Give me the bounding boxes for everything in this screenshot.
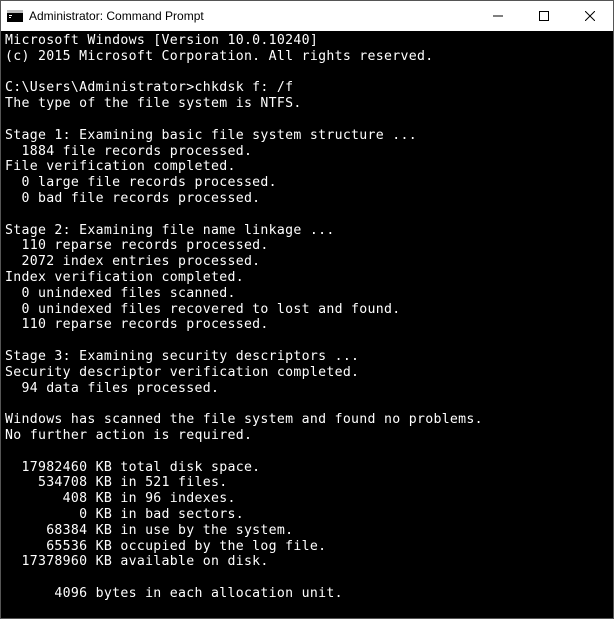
terminal-line: 0 bad file records processed. (5, 191, 609, 207)
terminal-line: 2072 index entries processed. (5, 254, 609, 270)
terminal-line: File verification completed. (5, 159, 609, 175)
terminal-line: 0 KB in bad sectors. (5, 507, 609, 523)
terminal-line: 0 large file records processed. (5, 175, 609, 191)
window-title: Administrator: Command Prompt (29, 9, 204, 23)
terminal-line: 17378960 KB available on disk. (5, 554, 609, 570)
terminal-line: The type of the file system is NTFS. (5, 96, 609, 112)
close-button[interactable] (567, 1, 613, 31)
terminal-line: 65536 KB occupied by the log file. (5, 539, 609, 555)
terminal-line: Microsoft Windows [Version 10.0.10240] (5, 33, 609, 49)
terminal-line: 4096 bytes in each allocation unit. (5, 586, 609, 602)
terminal-line: (c) 2015 Microsoft Corporation. All righ… (5, 49, 609, 65)
titlebar[interactable]: Administrator: Command Prompt (1, 1, 613, 31)
terminal-line (5, 396, 609, 412)
terminal-line: 0 unindexed files recovered to lost and … (5, 302, 609, 318)
terminal-line: No further action is required. (5, 428, 609, 444)
terminal-line (5, 65, 609, 81)
terminal-line (5, 570, 609, 586)
terminal-line: 94 data files processed. (5, 381, 609, 397)
window-frame: Administrator: Command Prompt Microsoft … (0, 0, 614, 619)
terminal-line: 1884 file records processed. (5, 144, 609, 160)
terminal-line: Stage 1: Examining basic file system str… (5, 128, 609, 144)
terminal-line: 0 unindexed files scanned. (5, 286, 609, 302)
terminal-line: Index verification completed. (5, 270, 609, 286)
terminal-line (5, 112, 609, 128)
terminal-line: Security descriptor verification complet… (5, 365, 609, 381)
terminal-line: C:\Users\Administrator>chkdsk f: /f (5, 80, 609, 96)
terminal-line (5, 207, 609, 223)
terminal-line: Windows has scanned the file system and … (5, 412, 609, 428)
minimize-icon (493, 11, 503, 21)
terminal-output[interactable]: Microsoft Windows [Version 10.0.10240](c… (1, 31, 613, 618)
terminal-line: Stage 3: Examining security descriptors … (5, 349, 609, 365)
terminal-line: 408 KB in 96 indexes. (5, 491, 609, 507)
terminal-line: 68384 KB in use by the system. (5, 523, 609, 539)
terminal-line: Stage 2: Examining file name linkage ... (5, 223, 609, 239)
terminal-line (5, 333, 609, 349)
close-icon (585, 11, 595, 21)
terminal-line (5, 444, 609, 460)
terminal-line: 534708 KB in 521 files. (5, 475, 609, 491)
terminal-line: 17982460 KB total disk space. (5, 460, 609, 476)
maximize-button[interactable] (521, 1, 567, 31)
cmd-icon (7, 8, 23, 24)
terminal-line: 110 reparse records processed. (5, 317, 609, 333)
terminal-line: 110 reparse records processed. (5, 238, 609, 254)
maximize-icon (539, 11, 549, 21)
minimize-button[interactable] (475, 1, 521, 31)
